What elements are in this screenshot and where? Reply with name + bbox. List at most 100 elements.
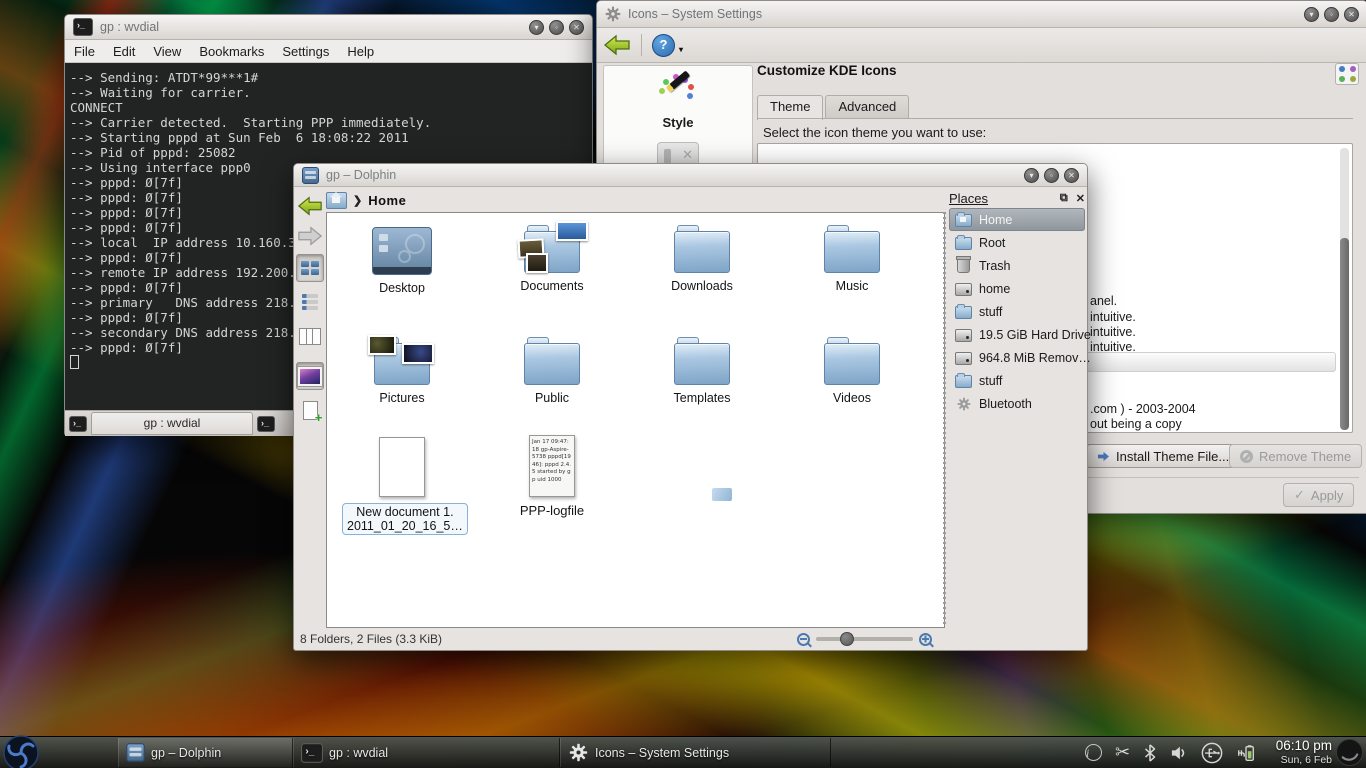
icon-theme-label: Select the icon theme you want to use: bbox=[763, 125, 986, 140]
forward-icon[interactable] bbox=[297, 224, 323, 248]
folder-label: Public bbox=[492, 391, 612, 405]
preview-icon[interactable] bbox=[296, 362, 324, 390]
home-folder-icon[interactable] bbox=[326, 192, 347, 209]
settings-titlebar[interactable]: Icons – System Settings ▾ ◦ ✕ bbox=[597, 1, 1366, 28]
icons-view-icon[interactable] bbox=[296, 254, 324, 282]
apply-button[interactable]: ✓ Apply bbox=[1283, 483, 1354, 507]
file-manager-icon bbox=[126, 743, 145, 762]
folder-item-videos[interactable]: Videos bbox=[792, 335, 912, 405]
clipboard-scissors-icon[interactable]: ✂ bbox=[1115, 742, 1130, 763]
sidebar-item-style[interactable]: Style bbox=[604, 115, 752, 130]
terminal-tab[interactable]: gp : wvdial bbox=[91, 412, 253, 435]
close-icon[interactable]: ✕ bbox=[1064, 168, 1079, 183]
menu-view[interactable]: View bbox=[144, 44, 190, 59]
menu-settings[interactable]: Settings bbox=[273, 44, 338, 59]
battery-icon[interactable] bbox=[1236, 743, 1256, 763]
place-item-stuff[interactable]: stuff bbox=[949, 300, 1085, 323]
terminal-line: --> Pid of pppd: 25082 bbox=[70, 145, 587, 160]
detach-panel-icon[interactable]: ⧉ bbox=[1060, 192, 1068, 205]
overview-grid-icon[interactable] bbox=[1335, 63, 1359, 85]
maximize-icon[interactable]: ◦ bbox=[1324, 7, 1339, 22]
folder-label: Documents bbox=[492, 279, 612, 293]
back-icon[interactable] bbox=[297, 194, 323, 218]
file-item-new-document[interactable]: New document 1.2011_01_20_16_5… bbox=[342, 437, 462, 535]
panel-resize-handle[interactable] bbox=[943, 212, 946, 624]
place-item-removable[interactable]: 964.8 MiB Remov… bbox=[949, 346, 1085, 369]
zoom-out-icon[interactable] bbox=[797, 633, 810, 646]
tab-theme[interactable]: Theme bbox=[757, 95, 823, 120]
place-item-bluetooth[interactable]: Bluetooth bbox=[949, 392, 1085, 415]
folder-item-music[interactable]: Music bbox=[792, 223, 912, 293]
bluetooth-icon[interactable] bbox=[1143, 744, 1157, 762]
task-wvdial[interactable]: gp : wvdial bbox=[293, 738, 560, 767]
scrollbar-thumb[interactable] bbox=[1340, 238, 1349, 430]
install-theme-button[interactable]: Install Theme File... bbox=[1086, 444, 1240, 468]
menu-bookmarks[interactable]: Bookmarks bbox=[190, 44, 273, 59]
terminal-titlebar[interactable]: gp : wvdial ▾ ◦ ✕ bbox=[65, 15, 592, 40]
clock[interactable]: 06:10 pm Sun, 6 Feb bbox=[1276, 739, 1332, 767]
help-icon[interactable]: ? bbox=[652, 34, 675, 57]
place-item-stuff-2[interactable]: stuff bbox=[949, 369, 1085, 392]
trash-icon bbox=[955, 258, 972, 273]
info-icon[interactable]: i bbox=[1085, 744, 1102, 761]
zoom-slider-handle[interactable] bbox=[840, 632, 854, 646]
style-icon[interactable] bbox=[657, 74, 699, 112]
checkmark-icon: ✓ bbox=[1294, 487, 1305, 503]
folder-item-downloads[interactable]: Downloads bbox=[642, 223, 762, 293]
maximize-icon[interactable]: ◦ bbox=[1044, 168, 1059, 183]
terminal-menubar: File Edit View Bookmarks Settings Help bbox=[65, 40, 592, 63]
usb-device-icon[interactable] bbox=[1201, 742, 1223, 764]
theme-description-text: out being a copy bbox=[1090, 417, 1182, 431]
remove-theme-button[interactable]: Remove Theme bbox=[1229, 444, 1362, 468]
place-item-trash[interactable]: Trash bbox=[949, 254, 1085, 277]
folder-item-public[interactable]: Public bbox=[492, 335, 612, 405]
status-text: 8 Folders, 2 Files (3.3 KiB) bbox=[300, 632, 442, 646]
place-item-root[interactable]: Root bbox=[949, 231, 1085, 254]
split-view-icon[interactable] bbox=[296, 396, 324, 424]
folder-label: Pictures bbox=[342, 391, 462, 405]
new-tab-icon[interactable] bbox=[257, 416, 275, 432]
settings-toolbar: ? bbox=[597, 28, 1366, 63]
file-item-ppp-logfile[interactable]: Jan 17 09:47:18 gp-Aspire-5738 pppd[1946… bbox=[492, 435, 612, 518]
places-panel: Places ⧉ ✕ Home Root Trash home bbox=[949, 188, 1085, 626]
back-icon[interactable] bbox=[603, 32, 631, 58]
drive-icon bbox=[955, 350, 972, 365]
tab-advanced[interactable]: Advanced bbox=[825, 95, 909, 118]
minimize-icon[interactable]: ▾ bbox=[529, 20, 544, 35]
place-item-home[interactable]: Home bbox=[949, 208, 1085, 231]
columns-view-icon[interactable] bbox=[296, 322, 324, 350]
details-view-icon[interactable] bbox=[296, 288, 324, 316]
folder-item-templates[interactable]: Templates bbox=[642, 335, 762, 405]
folder-item-pictures[interactable]: Pictures bbox=[342, 335, 462, 405]
folder-view[interactable]: Desktop Documents Downloads Music bbox=[326, 212, 945, 628]
theme-list-text: intuitive. bbox=[1090, 310, 1136, 324]
breadcrumb-home[interactable]: Home bbox=[368, 193, 406, 208]
place-item-hard-drive[interactable]: 19.5 GiB Hard Drive bbox=[949, 323, 1085, 346]
folder-item-desktop[interactable]: Desktop bbox=[342, 223, 462, 295]
kde-menu-icon[interactable] bbox=[2, 734, 40, 768]
terminal-cursor bbox=[70, 355, 79, 369]
task-system-settings[interactable]: Icons – System Settings bbox=[560, 738, 831, 767]
clock-date: Sun, 6 Feb bbox=[1276, 753, 1332, 767]
close-icon[interactable]: ✕ bbox=[569, 20, 584, 35]
new-tab-icon[interactable] bbox=[69, 416, 87, 432]
gear-icon bbox=[955, 397, 972, 411]
volume-icon[interactable] bbox=[1170, 745, 1188, 761]
close-icon[interactable]: ✕ bbox=[1344, 7, 1359, 22]
minimize-icon[interactable]: ▾ bbox=[1024, 168, 1039, 183]
menu-help[interactable]: Help bbox=[338, 44, 383, 59]
minimize-icon[interactable]: ▾ bbox=[1304, 7, 1319, 22]
folder-item-documents[interactable]: Documents bbox=[492, 223, 612, 293]
dolphin-titlebar[interactable]: gp – Dolphin ▾ ◦ ✕ bbox=[294, 164, 1087, 187]
maximize-icon[interactable]: ◦ bbox=[549, 20, 564, 35]
panel-toolbox-icon[interactable] bbox=[1335, 738, 1364, 767]
close-panel-icon[interactable]: ✕ bbox=[1076, 192, 1085, 205]
folder-label: Videos bbox=[792, 391, 912, 405]
folder-icon bbox=[955, 373, 972, 388]
zoom-slider[interactable] bbox=[816, 637, 913, 641]
place-item-home-partition[interactable]: home bbox=[949, 277, 1085, 300]
task-dolphin[interactable]: gp – Dolphin bbox=[118, 738, 293, 767]
zoom-in-icon[interactable] bbox=[919, 633, 932, 646]
menu-file[interactable]: File bbox=[65, 44, 104, 59]
menu-edit[interactable]: Edit bbox=[104, 44, 144, 59]
